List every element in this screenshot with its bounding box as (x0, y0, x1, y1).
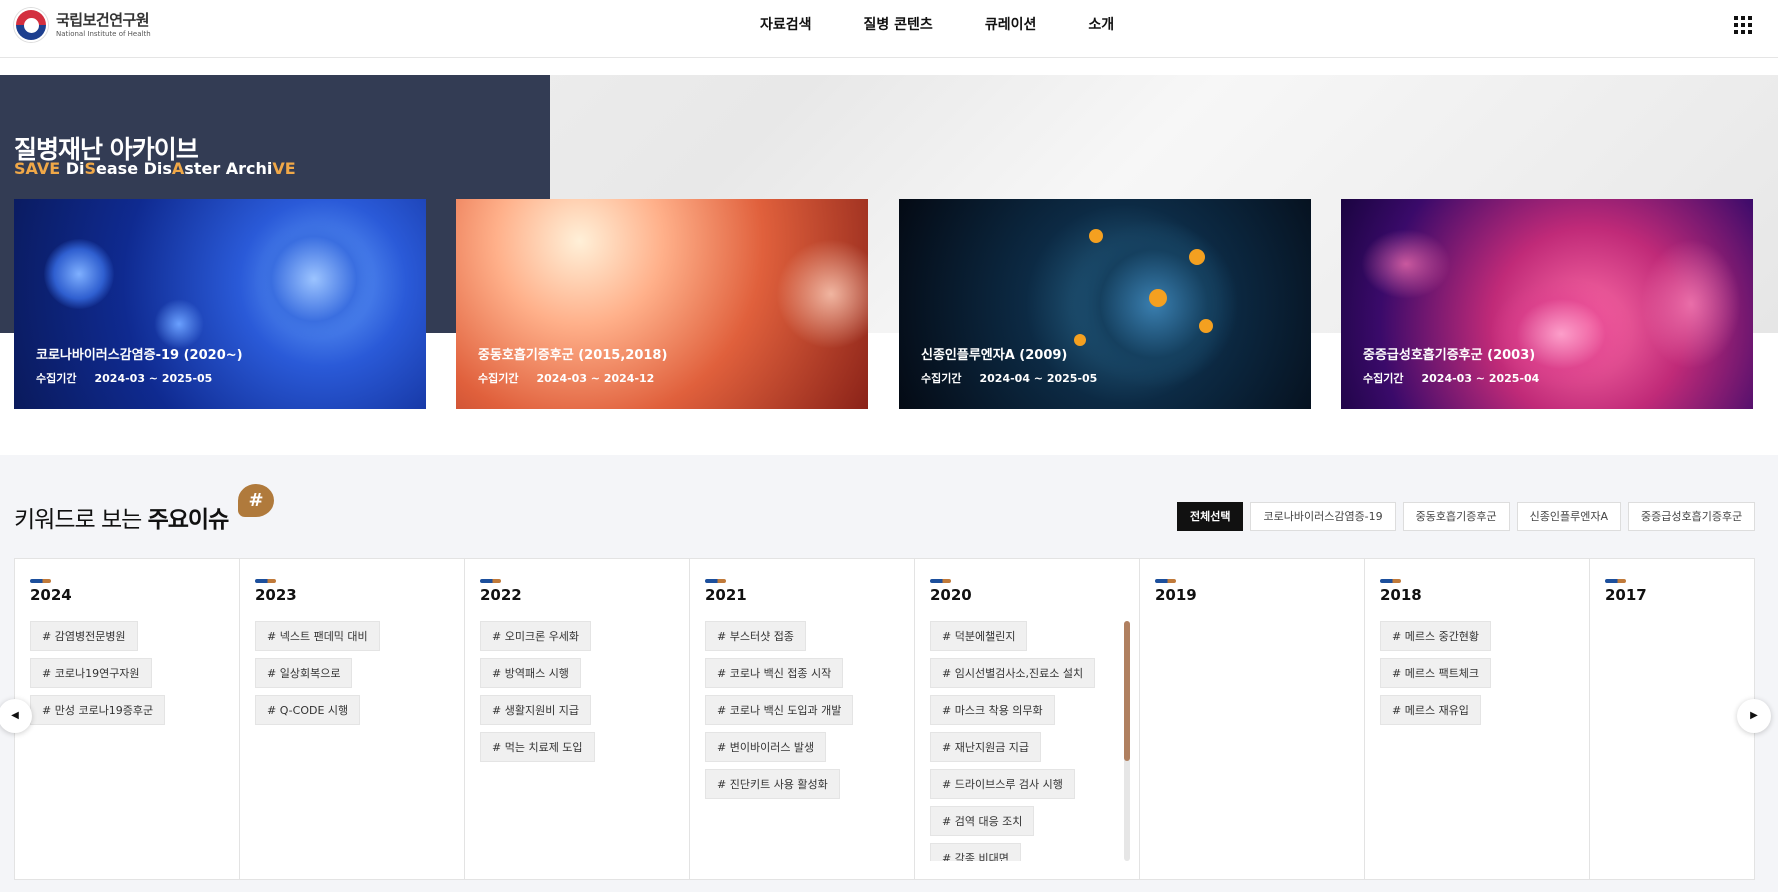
card-title: 중동호흡기증후군 (2015,2018) (478, 348, 668, 363)
scrollbar-thumb[interactable] (1124, 621, 1130, 761)
year-label: 2017 (1605, 586, 1647, 604)
keyword-tag[interactable]: # 마스크 착용 의무화 (930, 695, 1055, 725)
keyword-tag[interactable]: # 메르스 팩트체크 (1380, 658, 1492, 688)
year-label: 2020 (930, 586, 972, 604)
keyword-tag[interactable]: # 만성 코로나19증후군 (30, 695, 166, 725)
keyword-tag[interactable]: # 넥스트 팬데믹 대비 (255, 621, 380, 651)
year-column-2023: 2023 # 넥스트 팬데믹 대비 # 일상회복으로 # Q-CODE 시행 (240, 559, 465, 879)
keyword-tag[interactable]: # 메르스 재유입 (1380, 695, 1481, 725)
year-label: 2019 (1155, 586, 1197, 604)
keyword-tag[interactable]: # 진단키트 사용 활성화 (705, 769, 840, 799)
disease-card-mers[interactable]: 중동호흡기증후군 (2015,2018) 수집기간 2024-03 ~ 2024-… (456, 199, 868, 409)
keyword-tag[interactable]: # Q-CODE 시행 (255, 695, 361, 725)
keyword-tag[interactable]: # 변이바이러스 발생 (705, 732, 827, 762)
all-menu-grid-icon[interactable] (1734, 16, 1752, 34)
disease-filter-group: 전체선택 코로나바이러스감염증-19 중동호흡기증후군 신종인플루엔자A 중증급… (1170, 502, 1756, 531)
year-column-2021: 2021 # 부스터샷 접종 # 코로나 백신 접종 시작 # 코로나 백신 도… (690, 559, 915, 879)
filter-sars[interactable]: 중증급성호흡기증후군 (1628, 502, 1756, 531)
keyword-tag[interactable]: # 감염병전문병원 (30, 621, 138, 651)
section-title: 키워드로 보는 주요이슈 (14, 507, 229, 533)
keyword-tag[interactable]: # 코로나 백신 접종 시작 (705, 658, 844, 688)
keyword-tag[interactable]: # 재난지원금 지급 (930, 732, 1042, 762)
logo-korean-name: 국립보건연구원 (56, 10, 150, 29)
filter-influenza-a[interactable]: 신종인플루엔자A (1516, 502, 1621, 531)
filter-covid19[interactable]: 코로나바이러스감염증-19 (1250, 502, 1396, 531)
filter-select-all[interactable]: 전체선택 (1177, 502, 1244, 531)
keyword-tag[interactable]: # 부스터샷 접종 (705, 621, 806, 651)
keyword-tag[interactable]: # 검역 대응 조치 (930, 806, 1035, 836)
year-label: 2024 (30, 586, 72, 604)
keyword-tag[interactable]: # 오미크론 우세화 (480, 621, 592, 651)
hero-subtitle: SAVE DiSease DisAster ArchiVE (14, 159, 296, 178)
year-column-2019: 2019 (1140, 559, 1365, 879)
year-label: 2023 (255, 586, 297, 604)
keyword-tag[interactable]: # 코로나19연구자원 (30, 658, 152, 688)
year-column-2024: 2024 # 감염병전문병원 # 코로나19연구자원 # 만성 코로나19증후군 (15, 559, 240, 879)
hash-badge-icon: # (238, 484, 274, 517)
disease-card-list: 코로나바이러스감염증-19 (2020~) 수집기간 2024-03 ~ 2025… (14, 199, 1754, 409)
keyword-tag[interactable]: # 방역패스 시행 (480, 658, 581, 688)
keyword-tag[interactable]: # 일상회복으로 (255, 658, 353, 688)
card-title: 중증급성호흡기증후군 (2003) (1363, 348, 1536, 363)
keyword-tag[interactable]: # 코로나 백신 도입과 개발 (705, 695, 854, 725)
taegeuk-logo-icon (14, 8, 48, 42)
card-period: 수집기간 2024-03 ~ 2024-12 (478, 372, 655, 385)
nav-item-curation[interactable]: 큐레이션 (985, 14, 1037, 34)
nav-item-about[interactable]: 소개 (1088, 14, 1114, 34)
card-title: 신종인플루엔자A (2009) (921, 348, 1068, 363)
year-timeline: 2024 # 감염병전문병원 # 코로나19연구자원 # 만성 코로나19증후군… (14, 558, 1755, 880)
nav-item-disease-contents[interactable]: 질병 콘텐츠 (864, 14, 933, 34)
keyword-tag[interactable]: # 먹는 치료제 도입 (480, 732, 595, 762)
year-label: 2021 (705, 586, 747, 604)
logo-english-name: National Institute of Health (56, 29, 151, 38)
next-arrow-icon[interactable]: ▶ (1737, 699, 1771, 733)
year-label: 2018 (1380, 586, 1422, 604)
keyword-tag[interactable]: # 임시선별검사소,진료소 설치 (930, 658, 1096, 688)
year-column-2017: 2017 (1590, 559, 1754, 879)
year-column-2022: 2022 # 오미크론 우세화 # 방역패스 시행 # 생활지원비 지급 # 먹… (465, 559, 690, 879)
keyword-issues-section: 키워드로 보는 주요이슈 # 전체선택 코로나바이러스감염증-19 중동호흡기증… (0, 455, 1778, 892)
main-nav: 자료검색 질병 콘텐츠 큐레이션 소개 (760, 14, 1166, 34)
card-period: 수집기간 2024-03 ~ 2025-05 (36, 372, 213, 385)
nav-item-search[interactable]: 자료검색 (760, 14, 812, 34)
card-period: 수집기간 2024-03 ~ 2025-04 (1363, 372, 1540, 385)
keyword-tag[interactable]: # 생활지원비 지급 (480, 695, 592, 725)
site-logo[interactable]: 국립보건연구원 National Institute of Health (14, 8, 151, 42)
keyword-tag[interactable]: # 드라이브스루 검사 시행 (930, 769, 1075, 799)
card-title: 코로나바이러스감염증-19 (2020~) (36, 348, 243, 363)
filter-mers[interactable]: 중동호흡기증후군 (1402, 502, 1510, 531)
keyword-tag[interactable]: # 메르스 중간현황 (1380, 621, 1492, 651)
year-label: 2022 (480, 586, 522, 604)
disease-card-covid19[interactable]: 코로나바이러스감염증-19 (2020~) 수집기간 2024-03 ~ 2025… (14, 199, 426, 409)
disease-card-sars[interactable]: 중증급성호흡기증후군 (2003) 수집기간 2024-03 ~ 2025-04 (1341, 199, 1753, 409)
site-header: 국립보건연구원 National Institute of Health 자료검… (0, 0, 1778, 58)
keyword-tag[interactable]: # 각종 비대면 (930, 843, 1021, 861)
year-column-2018: 2018 # 메르스 중간현황 # 메르스 팩트체크 # 메르스 재유입 (1365, 559, 1590, 879)
tag-list-scrollbar[interactable] (1124, 621, 1130, 861)
year-column-2020: 2020 # 덕분에챌린지 # 임시선별검사소,진료소 설치 # 마스크 착용 … (915, 559, 1140, 879)
disease-card-influenza-a[interactable]: 신종인플루엔자A (2009) 수집기간 2024-04 ~ 2025-05 (899, 199, 1311, 409)
card-period: 수집기간 2024-04 ~ 2025-05 (921, 372, 1098, 385)
keyword-tag[interactable]: # 덕분에챌린지 (930, 621, 1028, 651)
